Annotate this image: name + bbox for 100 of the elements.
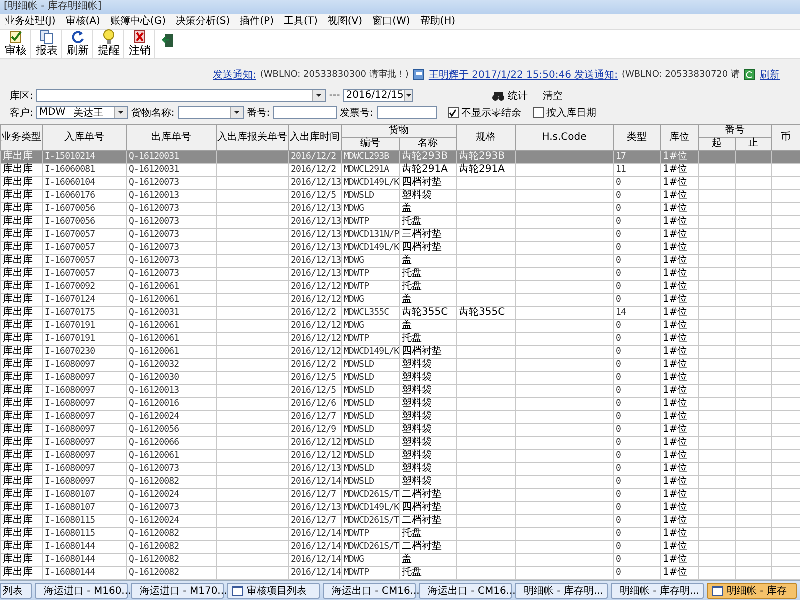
menu-item[interactable]: 视图(V) [324, 14, 370, 28]
table-row[interactable]: 库出库 I-16080115 Q-16120024 2016/12/7 MDWCD261S/T 二档衬垫 0 1#位 [0, 514, 800, 528]
notice-link[interactable]: 王明辉于 2017/1/22 15:50:46 发送通知: [428, 68, 618, 82]
table-cell: 库出库 [0, 410, 42, 424]
table-cell: 2016/12/5 [288, 384, 342, 398]
table-row[interactable]: 库出库 I-16070124 Q-16120061 2016/12/12 MDWG 盖 0 1#位 [0, 294, 800, 306]
table-row[interactable]: 库出库 I-16070056 Q-16120073 2016/12/13 MDWTP 托盘 0 1#位 [0, 216, 800, 228]
table-row[interactable]: 库出库 I-16080107 Q-16120073 2016/12/13 MDWCD149L/K 四档衬垫 0 1#位 [0, 502, 800, 514]
table-cell: 库出库 [0, 176, 42, 190]
table-cell: 塑料袋 [400, 476, 456, 488]
column-header: 库位 [660, 124, 698, 150]
table-row[interactable]: 库出库 I-16080144 Q-16120082 2016/12/14 MDWCD261S/T 二档衬垫 0 1#位 [0, 540, 800, 554]
refresh-link[interactable]: 刷新 [760, 68, 780, 82]
field-label: 发票号: [340, 106, 374, 120]
taskbar-button[interactable]: 明细帐 - 库存明... [515, 582, 608, 598]
area-field[interactable] [36, 89, 326, 102]
menu-item[interactable]: 账簿中心(G) [107, 14, 173, 28]
date-field[interactable]: 2016/12/15 [343, 89, 414, 102]
table-row[interactable]: 库出库 I-16080097 Q-16120032 2016/12/2 MDWSLD 塑料袋 0 1#位 [0, 358, 800, 372]
table-cell: MDWTP [342, 280, 400, 294]
table-cell: 托盘 [400, 268, 456, 280]
table-cell: 盖 [400, 202, 456, 216]
table-cell: 库出库 [0, 202, 42, 216]
menu-item[interactable]: 帮助(H) [417, 14, 463, 28]
table-cell: MDWCL293B [342, 150, 400, 164]
table-row[interactable]: 库出库 I-16080115 Q-16120082 2016/12/14 MDWTP 托盘 0 1#位 [0, 528, 800, 540]
table-row[interactable]: 库出库 I-16080097 Q-16120030 2016/12/5 MDWSLD 塑料袋 0 1#位 [0, 372, 800, 384]
menu-item[interactable]: 决策分析(S) [172, 14, 238, 28]
toolbar-button[interactable]: 注销 [126, 29, 155, 58]
checkbox[interactable] [448, 107, 458, 118]
table-cell: 1#位 [660, 280, 698, 294]
menu-item[interactable]: 工具(T) [280, 14, 325, 28]
table-row[interactable]: 库出库 I-16080097 Q-16120016 2016/12/6 MDWSLD 塑料袋 0 1#位 [0, 398, 800, 410]
table-row[interactable]: 库出库 I-16080107 Q-16120024 2016/12/7 MDWCD261S/T 二档衬垫 0 1#位 [0, 488, 800, 502]
table-row[interactable]: 库出库 I-16070057 Q-16120073 2016/12/13 MDWCD149L/K 四档衬垫 0 1#位 [0, 242, 800, 254]
customer-combo[interactable]: MDW 美达王 [36, 106, 128, 119]
table-row[interactable]: 库出库 I-16080097 Q-16120061 2016/12/12 MDWSLD 塑料袋 0 1#位 [0, 450, 800, 462]
taskbar-button[interactable]: 审核项目列表 [227, 582, 320, 598]
table-row[interactable]: 库出库 I-16070191 Q-16120061 2016/12/12 MDWG 盖 0 1#位 [0, 320, 800, 332]
taskbar-button[interactable]: 明细帐 - 库存明... [611, 582, 704, 598]
menu-item[interactable]: 业务处理(J) [2, 14, 63, 28]
menu-item[interactable]: 审核(A) [62, 14, 108, 28]
table-row[interactable]: 库出库 I-16070191 Q-16120061 2016/12/12 MDWTP 托盘 0 1#位 [0, 332, 800, 346]
caret-icon [316, 94, 322, 97]
invoice-field[interactable] [376, 106, 436, 119]
menu-item[interactable]: 插件(P) [237, 14, 281, 28]
table-row[interactable]: 库出库 I-16070175 Q-16120031 2016/12/2 MDWCL355C 齿轮355C 齿轮355C 14 1#位 [0, 306, 800, 320]
table-row[interactable]: 库出库 I-16080097 Q-16120073 2016/12/13 MDWSLD 塑料袋 0 1#位 [0, 462, 800, 476]
table-cell: I-16080097 [42, 410, 126, 424]
table-cell: 齿轮291A [456, 164, 516, 176]
table-row[interactable]: 库出库 I-16070230 Q-16120061 2016/12/12 MDWCD149L/K 四档衬垫 0 1#位 [0, 346, 800, 358]
table-row[interactable]: 库出库 I-16080144 Q-16120082 2016/12/14 MDWG 盖 0 1#位 [0, 554, 800, 566]
table-cell: 库出库 [0, 164, 42, 176]
table-cell: Q-16120030 [126, 372, 216, 384]
table-cell: 库出库 [0, 476, 42, 488]
table-cell: 2016/12/5 [288, 372, 342, 384]
table-row[interactable]: 库出库 I-16070057 Q-16120073 2016/12/13 MDWG 盖 0 1#位 [0, 254, 800, 268]
taskbar-button[interactable]: 海运进口 - M160... [35, 582, 128, 598]
table-row[interactable]: 库出库 I-16070057 Q-16120073 2016/12/13 MDWCD131N/P 三档衬垫 0 1#位 [0, 228, 800, 242]
table-cell: 2016/12/13 [288, 176, 342, 190]
taskbar-button[interactable]: 明细帐 - 库存 [707, 582, 797, 598]
table-cell: 2016/12/14 [288, 476, 342, 488]
table-cell: MDWCD261S/T [342, 514, 400, 528]
notice-link[interactable]: 发送通知: [213, 68, 256, 82]
table-cell: I-16080097 [42, 476, 126, 488]
table-row[interactable]: 库出库 I-16080097 Q-16120024 2016/12/7 MDWSLD 塑料袋 0 1#位 [0, 410, 800, 424]
table-cell: 齿轮355C [400, 306, 456, 320]
table-row[interactable]: 库出库 I-16070056 Q-16120073 2016/12/13 MDWG 盖 0 1#位 [0, 202, 800, 216]
table-cell: Q-16120082 [126, 554, 216, 566]
table-row[interactable]: 库出库 I-16070092 Q-16120061 2016/12/12 MDWTP 托盘 0 1#位 [0, 280, 800, 294]
menu-item[interactable]: 窗口(W) [370, 14, 418, 28]
taskbar-button[interactable]: 列表 [0, 582, 32, 598]
table-cell: 0 [614, 410, 660, 424]
table-row[interactable]: 库出库 I-16060081 Q-16120031 2016/12/2 MDWCL291A 齿轮291A 齿轮291A 11 1#位 [0, 164, 800, 176]
field-label: 客户: [10, 106, 34, 120]
table-row[interactable]: 库出库 I-16080097 Q-16120082 2016/12/14 MDWSLD 塑料袋 0 1#位 [0, 476, 800, 488]
table-cell: 2016/12/12 [288, 332, 342, 346]
toolbar-button[interactable]: 刷新 [64, 29, 93, 58]
toolbar-button[interactable]: 提醒 [95, 29, 124, 58]
table-cell: 2016/12/2 [288, 150, 342, 164]
table-cell: Q-16120073 [126, 176, 216, 190]
table-cell: 库出库 [0, 346, 42, 358]
table-row[interactable]: 库出库 I-16060104 Q-16120073 2016/12/13 MDWCD149L/K 四档衬垫 0 1#位 [0, 176, 800, 190]
checkbox[interactable] [532, 107, 544, 118]
taskbar-button[interactable]: 海运进口 - M170... [131, 582, 224, 598]
stats-button[interactable]: 统计 [486, 88, 534, 102]
toolbar-button[interactable]: 报表 [33, 29, 62, 58]
table-row[interactable]: 库出库 I-16080097 Q-16120066 2016/12/12 MDWSLD 塑料袋 0 1#位 [0, 436, 800, 450]
table-cell: Q-16120073 [126, 228, 216, 242]
number-field[interactable] [273, 106, 338, 119]
table-cell: 盖 [400, 320, 456, 332]
clear-button[interactable]: 清空 [537, 88, 570, 102]
table-row[interactable]: 库出库 I-16060176 Q-16120013 2016/12/5 MDWSLD 塑料袋 0 1#位 [0, 190, 800, 202]
table-row[interactable]: 库出库 I-16070057 Q-16120073 2016/12/13 MDWTP 托盘 0 1#位 [0, 268, 800, 280]
cross-icon [132, 29, 148, 45]
toolbar-button[interactable]: 审核 [2, 29, 31, 58]
table-cell: 2016/12/13 [288, 462, 342, 476]
table-row[interactable]: 库出库 I-16080097 Q-16120013 2016/12/5 MDWSLD 塑料袋 0 1#位 [0, 384, 800, 398]
table-cell: Q-16120073 [126, 202, 216, 216]
table-row[interactable]: 库出库 I-16080097 Q-16120056 2016/12/9 MDWSLD 塑料袋 0 1#位 [0, 424, 800, 436]
